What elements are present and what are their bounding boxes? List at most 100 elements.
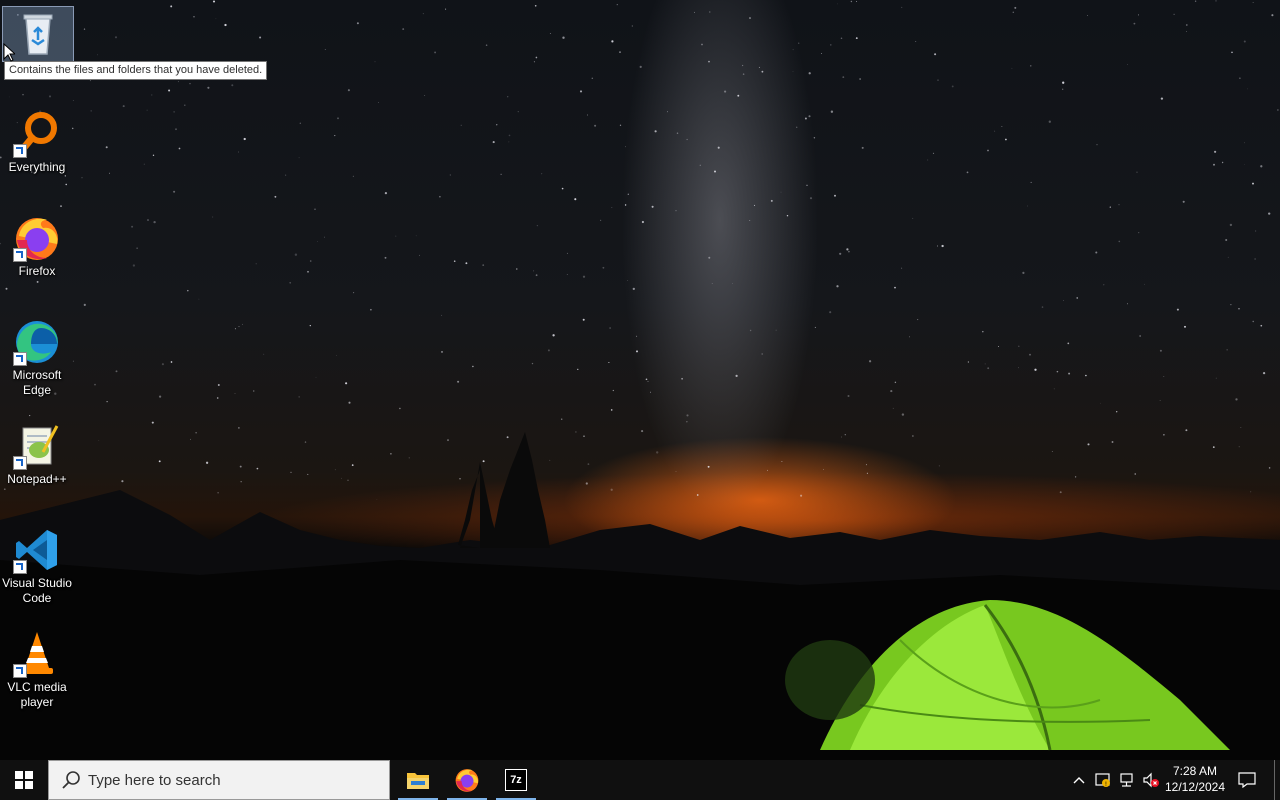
star: [541, 173, 543, 175]
star: [890, 390, 893, 393]
star: [894, 381, 897, 384]
star: [506, 436, 509, 439]
desktop-icon-vscode[interactable]: Visual Studio Code: [0, 526, 74, 606]
star: [132, 264, 136, 267]
action-center-button[interactable]: [1234, 760, 1260, 800]
star: [285, 174, 287, 176]
tray-security-button[interactable]: !: [1092, 760, 1114, 800]
star: [938, 465, 940, 467]
star: [912, 217, 914, 219]
recycle-bin-icon: [14, 10, 62, 58]
star: [395, 235, 397, 237]
star: [641, 220, 644, 224]
star: [821, 53, 823, 55]
star: [508, 134, 511, 137]
star: [351, 464, 354, 466]
star: [686, 414, 689, 417]
tray-network-button[interactable]: [1116, 760, 1138, 800]
star: [90, 110, 92, 112]
star: [699, 164, 701, 166]
desktop-icon-microsoft-edge[interactable]: Microsoft Edge: [0, 318, 74, 398]
star: [1018, 367, 1020, 369]
star: [619, 124, 622, 126]
desktop-icon-notepadpp[interactable]: Notepad++: [0, 422, 74, 487]
star: [238, 151, 239, 153]
taskbar-search-box[interactable]: [48, 760, 390, 800]
star: [840, 37, 843, 40]
show-hidden-icons-button[interactable]: [1068, 760, 1090, 800]
taskbar-firefox[interactable]: [447, 760, 487, 800]
star: [1229, 223, 1233, 227]
star: [575, 431, 577, 433]
star: [639, 65, 642, 68]
star: [566, 274, 568, 276]
tray-volume-button[interactable]: [1140, 760, 1162, 800]
star: [336, 355, 337, 356]
taskbar-file-explorer[interactable]: [398, 760, 438, 800]
edge-icon: [13, 318, 61, 366]
star: [1030, 181, 1032, 183]
star: [238, 427, 240, 429]
star: [915, 41, 917, 42]
taskbar: 7z ! 7:28 AM 12/12/2024: [0, 760, 1280, 800]
taskbar-7zip[interactable]: 7z: [496, 760, 536, 800]
star: [775, 329, 777, 331]
star: [1214, 150, 1217, 153]
star: [1194, 0, 1197, 2]
star: [579, 90, 583, 93]
star: [253, 390, 255, 392]
star: [48, 95, 52, 98]
star: [216, 397, 219, 399]
star: [29, 415, 31, 417]
star: [1087, 15, 1088, 16]
star: [837, 3, 839, 5]
star: [457, 380, 460, 383]
star: [830, 44, 832, 46]
star: [1244, 163, 1245, 165]
star: [1163, 434, 1165, 436]
star: [901, 6, 903, 8]
star: [941, 244, 944, 248]
star: [1030, 65, 1032, 67]
windows-logo-icon: [15, 771, 33, 789]
star: [453, 260, 456, 263]
star: [1062, 81, 1065, 84]
star: [1231, 51, 1233, 54]
star: [610, 409, 613, 411]
star: [459, 478, 461, 480]
star: [256, 467, 259, 470]
star: [289, 281, 292, 284]
star: [1247, 88, 1248, 90]
star: [347, 89, 350, 92]
star: [151, 94, 153, 96]
taskbar-clock[interactable]: 7:28 AM 12/12/2024: [1160, 763, 1230, 795]
star: [441, 314, 443, 316]
star: [1250, 491, 1252, 493]
star: [786, 214, 789, 217]
desktop-icon-vlc[interactable]: VLC media player: [0, 630, 74, 710]
pine-tree-2: [488, 432, 550, 548]
desktop-icon-label: Microsoft Edge: [12, 368, 62, 397]
star: [1076, 297, 1078, 299]
star: [500, 173, 502, 175]
start-button[interactable]: [0, 760, 48, 800]
show-desktop-button[interactable]: [1274, 760, 1280, 800]
star: [240, 481, 242, 483]
star: [742, 73, 745, 75]
star: [1252, 2, 1254, 3]
star: [675, 210, 677, 212]
search-icon: [62, 771, 80, 789]
recycle-bin-tooltip: Contains the files and folders that you …: [4, 61, 268, 80]
star: [846, 248, 849, 251]
star: [735, 374, 738, 378]
star: [114, 36, 118, 39]
star: [516, 268, 518, 270]
star: [549, 33, 551, 34]
star: [856, 1, 857, 2]
search-input[interactable]: [88, 771, 368, 789]
desktop-icon-firefox[interactable]: Firefox: [0, 214, 74, 279]
star: [850, 0, 853, 3]
star: [1014, 6, 1017, 9]
star: [449, 174, 451, 176]
desktop-icon-everything[interactable]: Everything: [0, 110, 74, 175]
